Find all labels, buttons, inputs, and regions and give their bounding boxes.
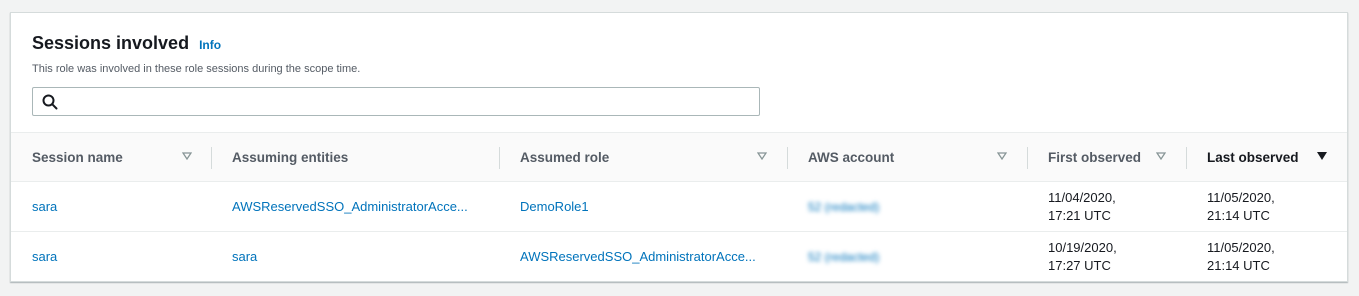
caret-down-outline-icon[interactable] — [997, 152, 1007, 160]
cell-session-name: sara — [11, 182, 211, 232]
column-header-assuming-entities: Assuming entities — [211, 132, 499, 182]
column-header-session-name[interactable]: Session name — [11, 132, 211, 182]
search-box[interactable] — [32, 87, 760, 116]
last-observed-date: 11/05/2020, — [1207, 189, 1275, 205]
cell-first-observed: 10/19/2020, 17:27 UTC — [1027, 232, 1186, 282]
column-header-first-observed[interactable]: First observed — [1027, 132, 1186, 182]
session-name-link[interactable]: sara — [32, 249, 57, 264]
first-observed-time: 17:27 UTC — [1048, 257, 1111, 273]
column-separator[interactable] — [1027, 147, 1028, 169]
column-header-assumed-role[interactable]: Assumed role — [499, 132, 787, 182]
aws-account-link[interactable]: 52 (redacted) — [808, 248, 1027, 266]
column-separator[interactable] — [1186, 147, 1187, 169]
table-row: sara sara AWSReservedSSO_AdministratorAc… — [11, 232, 1347, 282]
assuming-entity-link[interactable]: AWSReservedSSO_AdministratorAcce... — [232, 199, 468, 214]
caret-down-filled-icon[interactable] — [1317, 152, 1327, 160]
cell-assumed-role: DemoRole1 — [499, 182, 787, 232]
title-row: Sessions involved Info — [32, 33, 360, 54]
assuming-entity-link[interactable]: sara — [232, 249, 257, 264]
last-observed-value: 11/05/2020, 21:14 UTC — [1207, 189, 1347, 225]
table-row: sara AWSReservedSSO_AdministratorAcce...… — [11, 182, 1347, 232]
cell-last-observed: 11/05/2020, 21:14 UTC — [1186, 182, 1347, 232]
first-observed-date: 11/04/2020, — [1048, 189, 1116, 205]
column-header-label: Assuming entities — [232, 149, 349, 165]
column-separator[interactable] — [211, 147, 212, 169]
first-observed-date: 10/19/2020, — [1048, 239, 1117, 255]
last-observed-time: 21:14 UTC — [1207, 257, 1270, 273]
aws-account-link[interactable]: 52 (redacted) — [808, 198, 1027, 216]
cell-assuming-entities: sara — [211, 232, 499, 282]
first-observed-time: 17:21 UTC — [1048, 207, 1111, 223]
cell-first-observed: 11/04/2020, 17:21 UTC — [1027, 182, 1186, 232]
cell-last-observed: 11/05/2020, 21:14 UTC — [1186, 232, 1347, 282]
column-header-label: Session name — [32, 149, 123, 165]
last-observed-value: 11/05/2020, 21:14 UTC — [1207, 239, 1347, 275]
first-observed-value: 11/04/2020, 17:21 UTC — [1048, 189, 1186, 225]
last-observed-time: 21:14 UTC — [1207, 207, 1270, 223]
sessions-table: Session name Assuming entities Assumed r… — [11, 132, 1347, 282]
column-separator[interactable] — [499, 147, 500, 169]
column-header-last-observed[interactable]: Last observed — [1186, 132, 1347, 182]
cell-aws-account: 52 (redacted) — [787, 182, 1027, 232]
cell-assuming-entities: AWSReservedSSO_AdministratorAcce... — [211, 182, 499, 232]
first-observed-value: 10/19/2020, 17:27 UTC — [1048, 239, 1186, 275]
info-link[interactable]: Info — [199, 38, 221, 52]
aws-account-text: 52 (redacted) — [808, 199, 880, 214]
assumed-role-link[interactable]: DemoRole1 — [520, 199, 589, 214]
cell-session-name: sara — [11, 232, 211, 282]
column-header-label: AWS account — [808, 149, 895, 165]
aws-account-text: 52 (redacted) — [808, 249, 880, 264]
column-header-label: Last observed — [1207, 149, 1299, 165]
column-separator[interactable] — [787, 147, 788, 169]
cell-aws-account: 52 (redacted) — [787, 232, 1027, 282]
caret-down-outline-icon[interactable] — [182, 152, 192, 160]
session-name-link[interactable]: sara — [32, 199, 57, 214]
panel-header: Sessions involved Info This role was inv… — [32, 33, 360, 75]
column-header-label: Assumed role — [520, 149, 610, 165]
panel-title: Sessions involved — [32, 33, 190, 53]
table-header-row: Session name Assuming entities Assumed r… — [11, 132, 1347, 182]
caret-down-outline-icon[interactable] — [757, 152, 767, 160]
column-header-label: First observed — [1048, 149, 1142, 165]
last-observed-date: 11/05/2020, — [1207, 239, 1275, 255]
search-input[interactable] — [65, 90, 755, 113]
sessions-involved-panel: Sessions involved Info This role was inv… — [10, 12, 1348, 282]
caret-down-outline-icon[interactable] — [1156, 152, 1166, 160]
panel-description: This role was involved in these role ses… — [32, 63, 361, 75]
column-header-aws-account[interactable]: AWS account — [787, 132, 1027, 182]
cell-assumed-role: AWSReservedSSO_AdministratorAcce... — [499, 232, 787, 282]
assumed-role-link[interactable]: AWSReservedSSO_AdministratorAcce... — [520, 249, 756, 264]
search-icon — [42, 94, 58, 110]
